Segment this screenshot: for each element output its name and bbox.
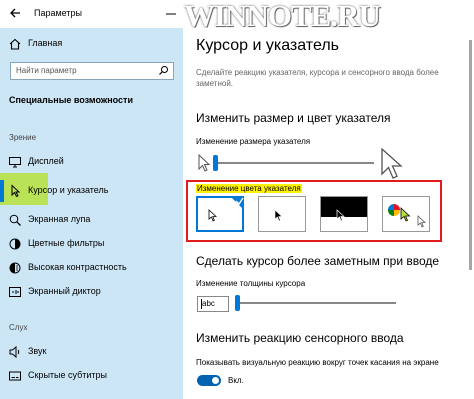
size-label: Изменение размера указателя [196, 137, 311, 146]
small-pointer-icon [198, 154, 211, 172]
sidebar-item-label: Экранная лупа [28, 214, 91, 224]
sidebar-item-home[interactable]: Главная [0, 33, 183, 55]
color-filters-icon [9, 238, 21, 250]
display-icon [9, 157, 21, 168]
white-pointer-icon [208, 209, 218, 222]
color-scheme-custom[interactable] [382, 196, 430, 232]
sidebar-item-label: Цветные фильтры [28, 238, 105, 248]
search-input[interactable]: Найти параметр [10, 62, 174, 80]
back-arrow-icon[interactable] [8, 6, 22, 20]
sidebar-item-label: Высокая контрастность [28, 262, 127, 272]
color-label: Изменение цвета указателя [196, 184, 302, 193]
color-wheel-icon [388, 204, 400, 216]
thickness-preview-text: abc [202, 299, 215, 308]
magnifier-icon [9, 214, 21, 226]
sidebar-item-magnifier[interactable]: Экранная лупа [0, 209, 183, 231]
thickness-preview: abc [197, 296, 229, 312]
sidebar-item-captions[interactable]: Скрытые субтитры [0, 365, 183, 387]
search-icon[interactable] [158, 65, 169, 76]
contrast-icon [9, 262, 21, 274]
touch-heading: Изменить реакцию сенсорного ввода [196, 331, 404, 345]
size-slider-thumb[interactable] [213, 155, 218, 171]
color-scheme-black[interactable] [258, 196, 306, 232]
cursor-heading: Сделать курсор более заметным при вводе [196, 254, 440, 268]
green-pointer-icon [400, 207, 411, 222]
page-title: Курсор и указатель [196, 37, 339, 54]
size-slider-track[interactable] [214, 162, 374, 164]
sidebar-item-label: Экранный диктор [28, 286, 101, 296]
sidebar-item-narrator[interactable]: Экранный диктор [0, 281, 183, 303]
page-description: Сделайте реакцию указателя, курсора и се… [196, 68, 439, 88]
touch-label: Показывать визуальную реакцию вокруг точ… [196, 358, 439, 367]
section-title: Специальные возможности [9, 95, 133, 105]
sidebar-item-label: Дисплей [28, 156, 64, 166]
sidebar-item-label: Звук [28, 346, 47, 356]
narrator-icon [9, 287, 21, 297]
group-title-hearing: Слух [9, 323, 28, 332]
sidebar-item-label: Скрытые субтитры [28, 370, 108, 380]
size-color-heading: Изменить размер и цвет указателя [196, 111, 391, 125]
captions-icon [9, 371, 21, 381]
large-pointer-icon [381, 148, 403, 179]
sidebar-item-label: Курсор и указатель [28, 185, 109, 195]
color-scheme-inverted[interactable] [320, 196, 368, 232]
small-dark-pointer-icon [417, 215, 427, 228]
thickness-slider-track[interactable] [236, 302, 396, 304]
sidebar-item-label: Главная [28, 38, 63, 48]
sidebar-item-pointer[interactable]: Курсор и указатель [0, 180, 183, 202]
thickness-label: Изменение толщины курсора [196, 279, 306, 288]
sidebar-item-display[interactable]: Дисплей [0, 151, 183, 173]
color-scheme-white[interactable] [196, 196, 244, 232]
toggle-knob [212, 377, 219, 384]
inverted-pointer-icon [336, 209, 345, 222]
scrollbar-thumb[interactable] [469, 40, 472, 270]
speaker-icon [9, 345, 20, 359]
group-title-vision: Зрение [9, 133, 37, 142]
window-title: Параметры [34, 8, 82, 18]
active-indicator [0, 180, 4, 202]
touch-toggle[interactable] [197, 375, 221, 386]
black-pointer-icon [274, 209, 283, 222]
home-icon [9, 38, 21, 50]
thickness-slider-thumb[interactable] [235, 295, 240, 311]
checkmark-icon [230, 196, 244, 210]
pointer-icon [11, 184, 21, 198]
sidebar-item-contrast[interactable]: Высокая контрастность [0, 257, 183, 279]
toggle-label: Вкл. [228, 376, 244, 385]
sidebar-item-audio[interactable]: Звук [0, 341, 183, 363]
sidebar-item-color-filters[interactable]: Цветные фильтры [0, 233, 183, 255]
search-placeholder: Найти параметр [16, 66, 77, 75]
minimize-icon[interactable] [164, 7, 178, 21]
